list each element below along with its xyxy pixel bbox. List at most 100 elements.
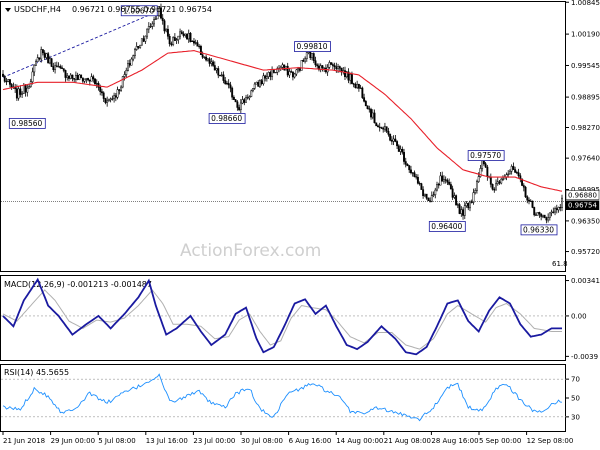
candle-body xyxy=(132,55,135,60)
current-price-tag-text: 0.96754 xyxy=(568,202,597,210)
candle-body xyxy=(489,176,492,185)
candle-body xyxy=(227,82,230,86)
candle-body xyxy=(246,97,249,99)
candle xyxy=(172,36,175,47)
candle-body xyxy=(517,172,520,177)
candle-body xyxy=(434,189,437,195)
candle-body xyxy=(305,52,308,60)
candle-body xyxy=(524,186,527,198)
candle-body xyxy=(394,138,397,142)
candle-body xyxy=(371,112,374,118)
candle-body xyxy=(231,87,234,98)
x-tick-label: 29 Jun 00:00 xyxy=(51,437,95,445)
candle-body xyxy=(104,98,107,103)
candle-body xyxy=(382,127,385,130)
candle-body xyxy=(68,75,70,79)
candle-body xyxy=(502,178,504,180)
candle-body xyxy=(187,33,190,40)
candle-body xyxy=(151,23,154,27)
candle-body xyxy=(3,76,6,82)
candle-body xyxy=(350,74,353,84)
price-annotation-text: 0.97570 xyxy=(470,151,501,160)
candle-body xyxy=(153,19,155,25)
candle-body xyxy=(515,172,518,174)
candle-body xyxy=(474,190,477,193)
x-tick-label: 5 Jul 08:00 xyxy=(98,437,136,445)
candle-body xyxy=(314,60,317,66)
price-annotation: 0.97570 xyxy=(467,150,505,161)
candle-body xyxy=(139,44,142,48)
candle-body xyxy=(175,39,178,41)
rsi-title: RSI(14) 45.5655 xyxy=(4,368,69,377)
candle-body xyxy=(338,66,341,69)
candle-body xyxy=(432,194,435,196)
candle-body xyxy=(453,195,456,198)
candle xyxy=(78,73,81,81)
candle-body xyxy=(260,80,263,85)
candle-body xyxy=(335,66,338,70)
candle-body xyxy=(286,65,289,76)
price-tick-label: 0.95720 xyxy=(571,248,600,256)
candle-body xyxy=(557,207,560,211)
candle-body xyxy=(390,140,393,142)
candle-body xyxy=(137,46,140,48)
candle-body xyxy=(455,195,458,206)
candle-body xyxy=(363,97,366,102)
candle-body xyxy=(26,87,29,93)
candle-body xyxy=(54,65,57,70)
candle-body xyxy=(469,201,471,209)
macd-title: MACD(12,26,9) -0.001213 -0.001487 xyxy=(4,280,152,289)
candle-body xyxy=(531,200,534,208)
candle-body xyxy=(425,193,428,199)
x-tick-label: 21 Jun 2018 xyxy=(3,437,45,445)
candle-body xyxy=(28,86,30,89)
candle-body xyxy=(451,188,454,198)
candle-body xyxy=(121,76,124,88)
candle-body xyxy=(224,80,227,84)
candle-body xyxy=(31,71,34,83)
candle-body xyxy=(383,126,386,130)
rsi-tick-label: 30 xyxy=(571,413,580,421)
candle-body xyxy=(102,92,105,99)
macd-tick-label: 0.00 xyxy=(571,312,587,320)
candle-body xyxy=(191,40,194,43)
candle-body xyxy=(236,101,239,108)
candle-body xyxy=(312,53,315,61)
candle-body xyxy=(142,38,145,42)
price-tick-label: 0.96350 xyxy=(571,217,600,225)
candle-body xyxy=(250,90,253,97)
candle-body xyxy=(470,201,473,203)
candle-body xyxy=(352,83,355,85)
candle xyxy=(389,133,392,142)
candle-body xyxy=(550,211,553,214)
candle-body xyxy=(366,105,369,109)
candle xyxy=(250,89,253,98)
candle-body xyxy=(420,183,423,190)
candle-body xyxy=(462,209,464,216)
candle xyxy=(94,78,96,85)
candle-body xyxy=(189,33,192,42)
current-price-tag: 0.96754 xyxy=(565,200,600,210)
candle-body xyxy=(467,203,470,209)
candle-body xyxy=(113,95,116,99)
candle-body xyxy=(300,60,303,71)
candle-body xyxy=(331,64,334,66)
candle-body xyxy=(199,45,202,55)
rsi-tick-label: 50 xyxy=(571,395,580,403)
candle-body xyxy=(357,83,360,89)
candle-body xyxy=(88,79,91,82)
candle-body xyxy=(423,193,426,197)
candle-body xyxy=(116,89,119,98)
candle-body xyxy=(47,53,50,64)
candle-body xyxy=(456,204,459,206)
candle xyxy=(121,75,124,89)
candle-body xyxy=(81,77,84,82)
candle-body xyxy=(194,42,197,44)
candle-body xyxy=(166,28,169,37)
candle-body xyxy=(2,73,4,77)
price-annotation: 0.96330 xyxy=(520,224,558,236)
candle xyxy=(366,105,369,110)
candle xyxy=(524,185,527,199)
candle-body xyxy=(95,83,98,85)
candle-body xyxy=(293,73,296,78)
